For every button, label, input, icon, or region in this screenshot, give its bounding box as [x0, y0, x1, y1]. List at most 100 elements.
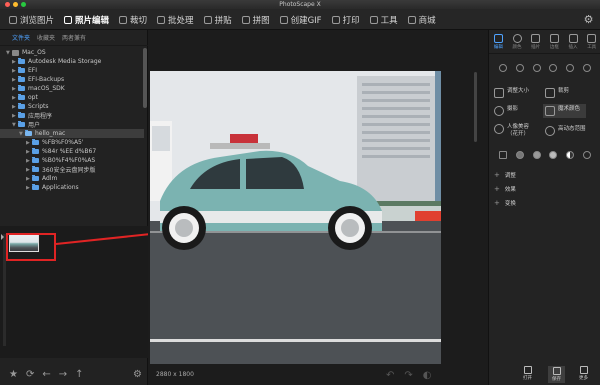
redo-icon[interactable]: ↷ — [404, 370, 412, 381]
menu-item-cut[interactable]: 裁切 — [114, 9, 152, 30]
undo-icon[interactable]: ↶ — [386, 370, 394, 381]
chevron-down-icon[interactable]: ▼ — [19, 131, 24, 137]
menu-item-label: 照片编辑 — [75, 15, 110, 26]
chevron-right-icon[interactable]: ▶ — [12, 95, 17, 101]
grid-overlay-icon[interactable] — [582, 64, 591, 72]
tool-resize[interactable]: 调整大小 — [494, 88, 529, 98]
menu-item-batch[interactable]: 批处理 — [152, 9, 199, 30]
chevron-right-icon[interactable]: ▶ — [12, 68, 17, 74]
resize-icon — [494, 88, 504, 98]
menu-item-combine[interactable]: 拼图 — [237, 9, 275, 30]
edit-tools-panel: 编辑 颜色 插片 边框 插入 工具 调整大小 裁剪 摄影 魔术颜色 人像美容（花… — [488, 30, 600, 385]
tree-item[interactable]: ▶ Autodesk Media Storage — [12, 57, 101, 66]
tab-color[interactable]: 颜色 — [508, 30, 527, 53]
tree-item-disk[interactable]: ▼ Mac_OS — [6, 48, 46, 57]
tab-edit[interactable]: 编辑 — [489, 30, 508, 53]
edit-icon — [493, 33, 503, 43]
section-transform[interactable]: + 变换 — [494, 199, 516, 207]
tool-magic-color[interactable]: 魔术颜色 — [543, 104, 587, 118]
tree-item[interactable]: ▶ Adlm — [26, 174, 57, 183]
folder-icon — [18, 85, 25, 91]
filter-1-icon[interactable] — [515, 151, 524, 159]
more-icon — [579, 366, 588, 374]
tree-item[interactable]: ▶ 360安全云盘同步版 — [26, 165, 95, 174]
chevron-down-icon[interactable]: ▼ — [12, 122, 17, 128]
rotate-right-icon[interactable] — [515, 64, 524, 72]
tree-item[interactable]: ▶ EFI — [12, 66, 37, 75]
settings-gear-icon[interactable]: ⚙ — [582, 13, 595, 26]
menu-item-editor[interactable]: 照片编辑 — [59, 9, 114, 30]
section-adjust[interactable]: + 调整 — [494, 171, 516, 179]
menu-item-viewer[interactable]: 浏览图片 — [4, 9, 59, 30]
filter-3-icon[interactable] — [549, 151, 558, 159]
list-icon[interactable] — [499, 151, 508, 159]
tool-portrait[interactable]: 人像美容（花开） — [494, 124, 539, 137]
star-icon[interactable]: ★ — [9, 369, 18, 380]
chevron-right-icon[interactable]: ▶ — [26, 167, 31, 173]
settings-icon[interactable]: ⚙ — [133, 369, 142, 380]
tab-insert[interactable]: 插片 — [526, 30, 545, 53]
tool-crop[interactable]: 裁剪 — [545, 88, 569, 98]
chevron-right-icon[interactable]: ▶ — [12, 59, 17, 65]
menu-item-gif[interactable]: 创建GIF — [275, 9, 327, 30]
canvas-scrollbar[interactable] — [474, 72, 477, 142]
tab-folders[interactable]: 文件夹 — [12, 33, 30, 42]
tools-icon — [587, 33, 597, 43]
chevron-right-icon[interactable]: ▶ — [26, 149, 31, 155]
drop-icon[interactable] — [582, 151, 591, 159]
chevron-right-icon[interactable]: ▶ — [12, 104, 17, 110]
flip-icon[interactable] — [532, 64, 541, 72]
menu-item-print[interactable]: 打印 — [327, 9, 365, 30]
refresh-icon[interactable]: ⟳ — [26, 369, 34, 380]
more-button[interactable]: 更多 — [579, 366, 588, 381]
section-effects[interactable]: + 效果 — [494, 185, 516, 193]
menu-item-label: 打印 — [342, 15, 360, 26]
straighten-icon[interactable] — [549, 64, 558, 72]
tree-item[interactable]: ▶ %84r %EE d%B67 — [26, 147, 96, 156]
chevron-right-icon[interactable]: ▶ — [12, 86, 17, 92]
tree-item[interactable]: ▶ %B0%F4%F0%AS — [26, 156, 95, 165]
chevron-down-icon[interactable]: ▼ — [6, 50, 11, 56]
open-button[interactable]: 打开 — [523, 366, 532, 381]
menu-item-store[interactable]: 商城 — [403, 9, 441, 30]
save-button[interactable]: 保存 — [548, 366, 565, 383]
tab-sticker[interactable]: 插入 — [564, 30, 583, 53]
tree-item[interactable]: ▶ 应用程序 — [12, 111, 52, 120]
menu-item-tools[interactable]: 工具 — [365, 9, 403, 30]
tab-both[interactable]: 两者兼有 — [62, 33, 86, 42]
tree-item[interactable]: ▶ macOS_SDK — [12, 84, 65, 93]
menu-item-collage[interactable]: 拼贴 — [199, 9, 237, 30]
chevron-right-icon[interactable]: ▶ — [26, 158, 31, 164]
section-label: 效果 — [504, 187, 516, 193]
tool-hdr[interactable]: 高动态范围 — [545, 126, 586, 136]
back-icon[interactable]: ← — [42, 369, 50, 380]
tree-item[interactable]: ▶ opt — [12, 93, 38, 102]
tool-camera[interactable]: 摄影 — [494, 106, 518, 116]
tree-item[interactable]: ▶ Applications — [26, 183, 79, 192]
chevron-right-icon[interactable]: ▶ — [26, 185, 31, 191]
chevron-right-icon[interactable]: ▶ — [26, 140, 31, 146]
filter-2-icon[interactable] — [532, 151, 541, 159]
tree-item[interactable]: ▶ EFI-Backups — [12, 75, 64, 84]
tree-item-label: hello_mac — [35, 130, 66, 137]
tree-scrollbar[interactable] — [143, 48, 147, 108]
chevron-right-icon[interactable]: ▶ — [12, 113, 17, 119]
photo-preview[interactable] — [150, 71, 441, 364]
up-icon[interactable]: ↑ — [75, 369, 83, 380]
filter-4-icon[interactable] — [565, 151, 574, 159]
tab-tools[interactable]: 工具 — [582, 30, 600, 53]
chevron-right-icon[interactable]: ▶ — [12, 77, 17, 83]
compare-icon[interactable]: ◐ — [423, 370, 432, 381]
tree-item[interactable]: ▶ %FB%F0%A5' — [26, 138, 84, 147]
tree-item-home-selected[interactable]: ▼ hello_mac — [0, 129, 144, 138]
folder-icon — [18, 67, 25, 73]
tree-item[interactable]: ▼ 用户 — [12, 120, 40, 129]
chevron-right-icon[interactable]: ▶ — [26, 176, 31, 182]
tree-item[interactable]: ▶ Scripts — [12, 102, 49, 111]
rotate-left-icon[interactable] — [499, 64, 508, 72]
forward-icon[interactable]: → — [59, 369, 67, 380]
tab-favorites[interactable]: 收藏夹 — [37, 33, 55, 42]
tab-border[interactable]: 边框 — [545, 30, 564, 53]
menu-item-label: 工具 — [380, 15, 398, 26]
aspect-icon[interactable] — [565, 64, 574, 72]
